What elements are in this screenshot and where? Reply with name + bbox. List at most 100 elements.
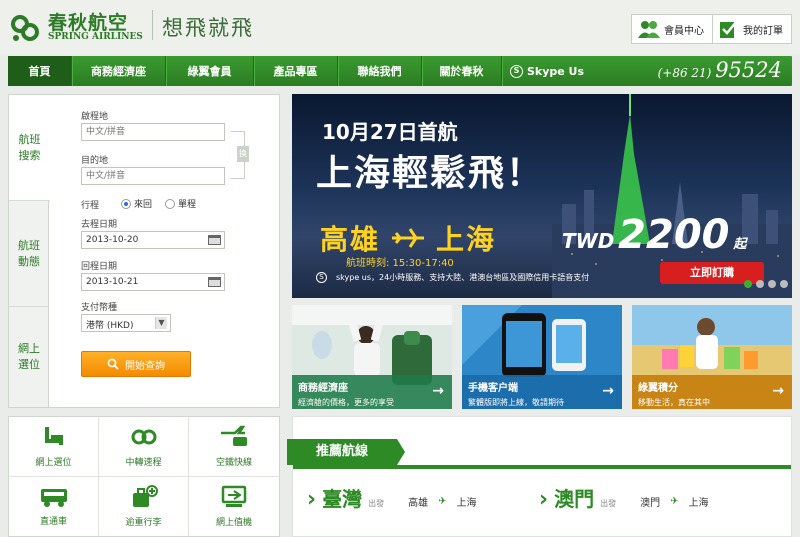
promo-banner[interactable]: 10月27日首航 上海輕鬆飛！ 高雄 上海 航班時刻: 15:30-17:40 … (292, 94, 792, 298)
tab-flight-status[interactable]: 航班動態 (9, 201, 49, 307)
carousel-dot[interactable] (780, 280, 788, 288)
quick-transfer[interactable]: 中轉速程 (99, 417, 189, 477)
card-title: 商務經濟座 (298, 383, 348, 394)
chevron-right-icon: › (539, 487, 549, 512)
card-title: 手機客户端 (468, 383, 518, 394)
banner-currency: TWD (562, 229, 615, 253)
depart-date-input[interactable]: 2013-10-20 (81, 231, 225, 249)
banner-date: 10月27日首航 (322, 120, 458, 144)
round-trip-radio[interactable]: 來回 (121, 197, 152, 210)
quick-online-seat-label: 網上選位 (35, 457, 72, 468)
nav-business-economy[interactable]: 商務經濟座 (72, 56, 166, 86)
green-wing-points-caption: 綠翼積分 移動生活，真在其中 → (632, 375, 792, 409)
route-link[interactable]: 澳門 ✈ 上海 (640, 494, 708, 509)
card-subtitle: 繁體版即將上線，敬請期待 (468, 398, 564, 407)
quick-shuttle-bus[interactable]: 直通車 (9, 476, 99, 536)
members-icon (638, 21, 660, 38)
hotline-phone: (+86 21) 95524 (658, 58, 782, 82)
quick-online-checkin-label: 網上值機 (215, 517, 252, 528)
nav-skype-us[interactable]: S Skype Us (502, 56, 592, 86)
route-group-macau: › 澳門 出發 澳門 ✈ 上海 (539, 483, 708, 512)
carousel-dot[interactable] (756, 280, 764, 288)
origin-input[interactable] (81, 123, 225, 141)
nav-home[interactable]: 首頁 (8, 56, 72, 86)
mobile-app-card[interactable]: 手機客户端 繁體版即將上線，敬請期待 → (462, 305, 622, 409)
arrow-right-icon: → (772, 383, 784, 399)
search-icon (107, 358, 119, 370)
my-orders-label: 我的訂單 (743, 25, 783, 37)
header: 春秋航空 SPRING AIRLINES 想飛就飛 會員中心 我的訂單 (0, 0, 800, 54)
quick-online-seat[interactable]: 網上選位 (9, 417, 99, 477)
tab-flight-search[interactable]: 航班搜索 (9, 95, 50, 201)
arrow-right-icon: → (432, 383, 444, 399)
chevron-down-icon: ▼ (155, 317, 167, 329)
arrow-right-icon: → (602, 383, 614, 399)
destination-label: 目的地 (81, 156, 109, 166)
transfer-icon (131, 429, 156, 445)
destination-input[interactable] (81, 167, 225, 185)
round-trip-label: 來回 (134, 200, 153, 210)
skype-icon: S (316, 272, 327, 283)
tab-online-seat-label: 網上選位 (18, 342, 40, 371)
plane-icon (392, 228, 425, 248)
calendar-icon[interactable] (208, 277, 221, 287)
my-orders-button[interactable]: 我的訂單 (712, 15, 791, 43)
tab-online-seat[interactable]: 網上選位 (9, 307, 49, 407)
recommended-routes: 推薦航線 › 臺灣 出發 高雄 ✈ 上海 › 澳門 出發 澳門 ✈ 上海 (287, 416, 792, 537)
chevron-right-icon: › (307, 487, 317, 512)
phone-number: 95524 (715, 58, 782, 82)
brand-slogan: 想飛就飛 (162, 16, 254, 40)
currency-select[interactable]: 港幣 (HKD) ▼ (81, 314, 171, 332)
plane-train-icon (221, 425, 247, 446)
quick-air-rail[interactable]: 空鐵快線 (189, 417, 279, 477)
nav-products[interactable]: 產品專區 (254, 56, 338, 86)
nav-green-wing-member[interactable]: 綠翼會員 (166, 56, 254, 86)
start-search-label: 開始查詢 (125, 360, 165, 372)
quick-excess-baggage[interactable]: 逾重行李 (99, 476, 189, 536)
banner-schedule: 航班時刻: 15:30-17:40 (346, 258, 454, 269)
origin-label: 啟程地 (81, 112, 109, 122)
carousel-dot[interactable] (744, 280, 752, 288)
return-date-label: 回程日期 (81, 262, 118, 272)
one-way-radio-dot (165, 198, 175, 209)
recommended-divider (293, 465, 791, 469)
one-way-label: 單程 (178, 200, 197, 210)
return-date-input[interactable]: 2013-10-21 (81, 273, 225, 291)
calendar-icon[interactable] (208, 235, 221, 245)
swap-cities-button[interactable]: 换 (237, 146, 249, 162)
route-depart-tag: 出發 (368, 499, 385, 508)
banner-from: 高雄 (320, 223, 381, 256)
route-to: 上海 (688, 498, 709, 509)
business-economy-card[interactable]: 商務經濟座 經濟艙的價格，更多的享受 → (292, 305, 452, 409)
route-to: 上海 (456, 498, 477, 509)
green-wing-points-card[interactable]: 綠翼積分 移動生活，真在其中 → (632, 305, 792, 409)
start-search-button[interactable]: 開始查詢 (81, 351, 191, 377)
mobile-app-caption: 手機客户端 繁體版即將上線，敬請期待 → (462, 375, 622, 409)
main-nav: 首頁 商務經濟座 綠翼會員 產品專區 聯絡我們 關於春秋 S Skype Us … (8, 56, 792, 86)
search-tabs: 航班搜索 航班動態 網上選位 (9, 95, 50, 407)
one-way-radio[interactable]: 單程 (165, 197, 196, 210)
quick-air-rail-label: 空鐵快線 (215, 457, 252, 468)
nav-skype-label: Skype Us (526, 64, 585, 78)
luggage-icon (132, 484, 158, 507)
quick-excess-baggage-label: 逾重行李 (125, 517, 162, 528)
brand-name-cn: 春秋航空 (48, 12, 129, 34)
route-depart-tag: 出發 (600, 499, 617, 508)
nav-contact[interactable]: 聯絡我們 (338, 56, 422, 86)
route-region: 澳門 (554, 487, 595, 511)
route-from: 澳門 (640, 498, 661, 509)
recommended-routes-title: 推薦航線 (287, 439, 405, 465)
banner-footer-text: skype us，24小時服務、支持大陸、港澳台地區及國際信用卡語音支付 (336, 273, 590, 282)
spring-airlines-logo[interactable]: 春秋航空 SPRING AIRLINES (8, 6, 148, 46)
quick-online-checkin[interactable]: 網上值機 (189, 477, 279, 537)
carousel-dot[interactable] (768, 280, 776, 288)
banner-price-value: 2200 (618, 212, 730, 258)
logo-divider (152, 10, 153, 40)
quick-links: 網上選位 中轉速程 空鐵快線 直通車 逾重行李 網上值機 (8, 416, 280, 537)
nav-about[interactable]: 關於春秋 (422, 56, 502, 86)
brand-name-en: SPRING AIRLINES (48, 32, 143, 42)
member-center-button[interactable]: 會員中心 (632, 15, 712, 43)
banner-title: 上海輕鬆飛！ (316, 153, 545, 194)
checkin-icon (221, 485, 247, 507)
route-link[interactable]: 高雄 ✈ 上海 (408, 494, 476, 509)
